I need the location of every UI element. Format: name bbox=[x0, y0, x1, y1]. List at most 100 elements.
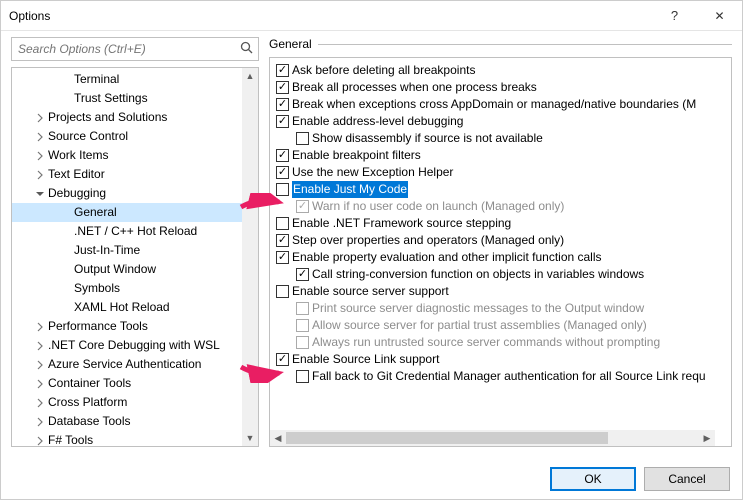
setting-row[interactable]: Show disassembly if source is not availa… bbox=[274, 130, 729, 147]
chevron-right-icon[interactable] bbox=[34, 435, 46, 447]
search-box[interactable] bbox=[11, 37, 259, 61]
tree-item[interactable]: .NET Core Debugging with WSL bbox=[12, 336, 258, 355]
setting-label: Enable .NET Framework source stepping bbox=[292, 215, 511, 232]
tree-item[interactable]: General bbox=[12, 203, 258, 222]
divider bbox=[318, 44, 732, 45]
close-button[interactable]: ✕ bbox=[697, 1, 742, 31]
setting-label: Fall back to Git Credential Manager auth… bbox=[312, 368, 706, 385]
chevron-right-icon[interactable] bbox=[34, 150, 46, 162]
tree-item[interactable]: Projects and Solutions bbox=[12, 108, 258, 127]
setting-row[interactable]: Enable Just My Code bbox=[274, 181, 729, 198]
tree-item-label: .NET / C++ Hot Reload bbox=[74, 222, 197, 241]
tree-item[interactable]: F# Tools bbox=[12, 431, 258, 447]
checkbox[interactable] bbox=[276, 183, 289, 196]
help-button[interactable]: ? bbox=[652, 1, 697, 31]
checkbox[interactable] bbox=[276, 251, 289, 264]
checkbox[interactable] bbox=[276, 98, 289, 111]
setting-row[interactable]: Enable property evaluation and other imp… bbox=[274, 249, 729, 266]
setting-row[interactable]: Fall back to Git Credential Manager auth… bbox=[274, 368, 729, 385]
setting-row[interactable]: Break when exceptions cross AppDomain or… bbox=[274, 96, 729, 113]
tree-item[interactable]: Terminal bbox=[12, 70, 258, 89]
setting-label: Show disassembly if source is not availa… bbox=[312, 130, 543, 147]
tree-item[interactable]: Cross Platform bbox=[12, 393, 258, 412]
checkbox[interactable] bbox=[276, 234, 289, 247]
setting-label: Enable breakpoint filters bbox=[292, 147, 421, 164]
horizontal-scrollbar[interactable]: ◀ ▶ bbox=[270, 430, 715, 446]
checkbox[interactable] bbox=[276, 353, 289, 366]
chevron-right-icon[interactable] bbox=[34, 340, 46, 352]
checkbox bbox=[296, 336, 309, 349]
chevron-right-icon[interactable] bbox=[34, 416, 46, 428]
chevron-right-icon[interactable] bbox=[34, 397, 46, 409]
checkbox bbox=[296, 302, 309, 315]
chevron-right-icon[interactable] bbox=[34, 169, 46, 181]
scroll-right-icon[interactable]: ▶ bbox=[699, 430, 715, 446]
tree-item-label: Performance Tools bbox=[48, 317, 148, 336]
setting-row[interactable]: Break all processes when one process bre… bbox=[274, 79, 729, 96]
setting-row: Warn if no user code on launch (Managed … bbox=[274, 198, 729, 215]
tree-item-label: Work Items bbox=[48, 146, 108, 165]
chevron-right-icon[interactable] bbox=[34, 112, 46, 124]
chevron-right-icon[interactable] bbox=[34, 321, 46, 333]
scrollbar-thumb[interactable] bbox=[286, 432, 608, 444]
setting-row[interactable]: Call string-conversion function on objec… bbox=[274, 266, 729, 283]
settings-panel: Ask before deleting all breakpointsBreak… bbox=[269, 57, 732, 447]
checkbox[interactable] bbox=[276, 217, 289, 230]
tree-item-label: Trust Settings bbox=[74, 89, 148, 108]
setting-label: Enable Source Link support bbox=[292, 351, 439, 368]
checkbox[interactable] bbox=[296, 370, 309, 383]
tree-item[interactable]: .NET / C++ Hot Reload bbox=[12, 222, 258, 241]
ok-button[interactable]: OK bbox=[550, 467, 636, 491]
checkbox[interactable] bbox=[276, 81, 289, 94]
checkbox[interactable] bbox=[276, 166, 289, 179]
tree-item[interactable]: Work Items bbox=[12, 146, 258, 165]
tree-item[interactable]: Just-In-Time bbox=[12, 241, 258, 260]
checkbox[interactable] bbox=[276, 149, 289, 162]
checkbox[interactable] bbox=[276, 64, 289, 77]
tree-scrollbar[interactable]: ▲ ▼ bbox=[242, 68, 258, 446]
tree-item[interactable]: Text Editor bbox=[12, 165, 258, 184]
setting-row[interactable]: Ask before deleting all breakpoints bbox=[274, 62, 729, 79]
scroll-left-icon[interactable]: ◀ bbox=[270, 430, 286, 446]
tree-item[interactable]: Output Window bbox=[12, 260, 258, 279]
setting-row[interactable]: Step over properties and operators (Mana… bbox=[274, 232, 729, 249]
tree-item[interactable]: Debugging bbox=[12, 184, 258, 203]
scroll-up-icon[interactable]: ▲ bbox=[242, 68, 258, 84]
tree-item[interactable]: Container Tools bbox=[12, 374, 258, 393]
cancel-button[interactable]: Cancel bbox=[644, 467, 730, 491]
window-title: Options bbox=[9, 9, 652, 23]
checkbox bbox=[296, 200, 309, 213]
setting-row[interactable]: Enable Source Link support bbox=[274, 351, 729, 368]
checkbox[interactable] bbox=[276, 285, 289, 298]
setting-row[interactable]: Enable .NET Framework source stepping bbox=[274, 215, 729, 232]
setting-label: Print source server diagnostic messages … bbox=[312, 300, 644, 317]
scroll-down-icon[interactable]: ▼ bbox=[242, 430, 258, 446]
setting-row[interactable]: Enable source server support bbox=[274, 283, 729, 300]
checkbox[interactable] bbox=[296, 268, 309, 281]
setting-row[interactable]: Enable address-level debugging bbox=[274, 113, 729, 130]
setting-row: Print source server diagnostic messages … bbox=[274, 300, 729, 317]
chevron-down-icon[interactable] bbox=[34, 188, 46, 200]
tree-item[interactable]: Symbols bbox=[12, 279, 258, 298]
checkbox bbox=[296, 319, 309, 332]
search-input[interactable] bbox=[12, 42, 236, 56]
search-icon[interactable] bbox=[236, 41, 258, 58]
tree-item[interactable]: Performance Tools bbox=[12, 317, 258, 336]
checkbox[interactable] bbox=[296, 132, 309, 145]
setting-row[interactable]: Enable breakpoint filters bbox=[274, 147, 729, 164]
tree-item[interactable]: Azure Service Authentication bbox=[12, 355, 258, 374]
chevron-right-icon[interactable] bbox=[34, 131, 46, 143]
group-header: General bbox=[269, 37, 732, 51]
tree-item[interactable]: Source Control bbox=[12, 127, 258, 146]
setting-row[interactable]: Use the new Exception Helper bbox=[274, 164, 729, 181]
tree-item[interactable]: Database Tools bbox=[12, 412, 258, 431]
content-area: TerminalTrust SettingsProjects and Solut… bbox=[1, 31, 742, 453]
category-tree[interactable]: TerminalTrust SettingsProjects and Solut… bbox=[11, 67, 259, 447]
chevron-right-icon[interactable] bbox=[34, 378, 46, 390]
group-label: General bbox=[269, 37, 318, 51]
tree-item[interactable]: Trust Settings bbox=[12, 89, 258, 108]
chevron-right-icon[interactable] bbox=[34, 359, 46, 371]
setting-label: Enable Just My Code bbox=[292, 181, 408, 198]
checkbox[interactable] bbox=[276, 115, 289, 128]
tree-item[interactable]: XAML Hot Reload bbox=[12, 298, 258, 317]
